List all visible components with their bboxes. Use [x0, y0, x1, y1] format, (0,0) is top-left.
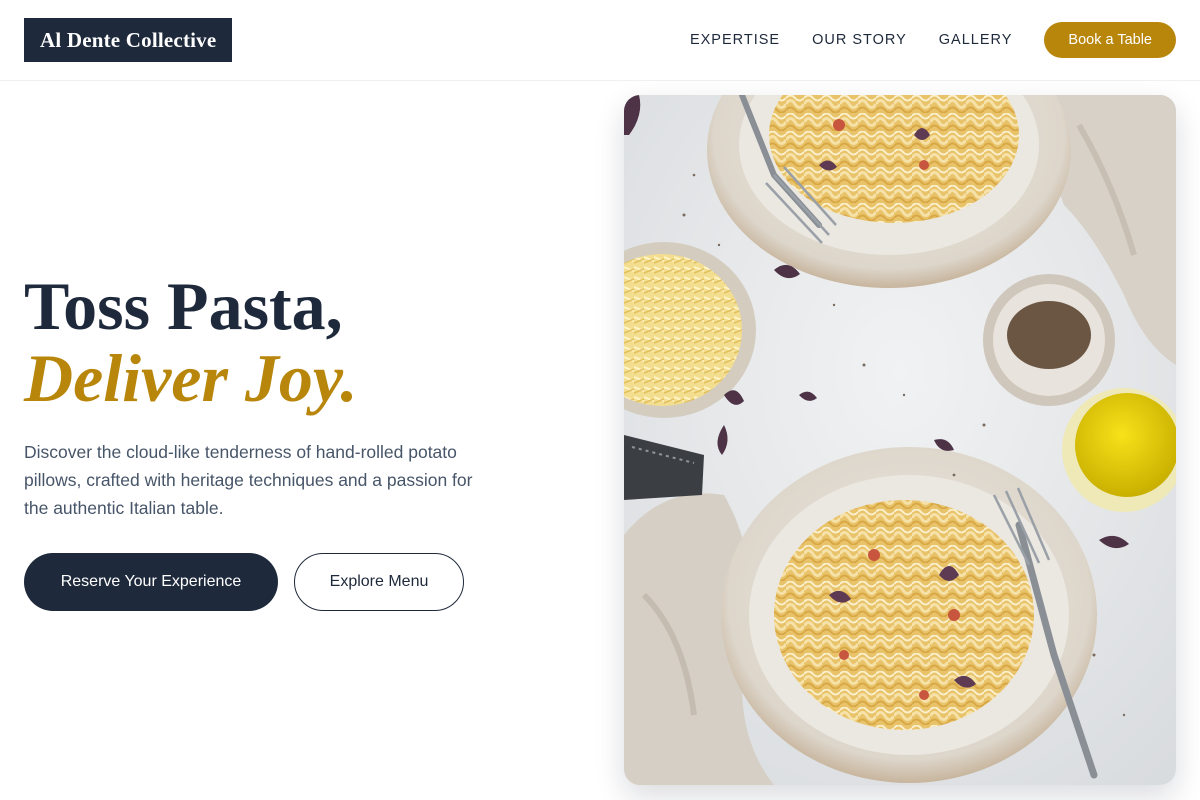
brand-logo[interactable]: Al Dente Collective: [24, 18, 233, 62]
hero-title-line1: Toss Pasta,: [24, 268, 343, 344]
main-nav: EXPERTISE OUR STORY GALLERY Book a Table: [690, 22, 1176, 58]
nav-link-our-story[interactable]: OUR STORY: [812, 22, 907, 58]
nav-link-gallery[interactable]: GALLERY: [939, 22, 1013, 58]
explore-menu-button[interactable]: Explore Menu: [294, 553, 464, 611]
hero-description: Discover the cloud-like tenderness of ha…: [24, 442, 473, 518]
site-header: Al Dente Collective EXPERTISE OUR STORY …: [0, 0, 1200, 81]
book-table-button[interactable]: Book a Table: [1044, 22, 1176, 58]
hero-title: Toss Pasta, Deliver Joy.: [24, 270, 358, 414]
pasta-photo-icon: [624, 95, 1176, 785]
hero-title-line2: Deliver Joy.: [24, 340, 358, 416]
nav-link-expertise[interactable]: EXPERTISE: [690, 22, 780, 58]
reserve-experience-button[interactable]: Reserve Your Experience: [24, 553, 278, 611]
hero-pasta-image: [624, 95, 1176, 785]
